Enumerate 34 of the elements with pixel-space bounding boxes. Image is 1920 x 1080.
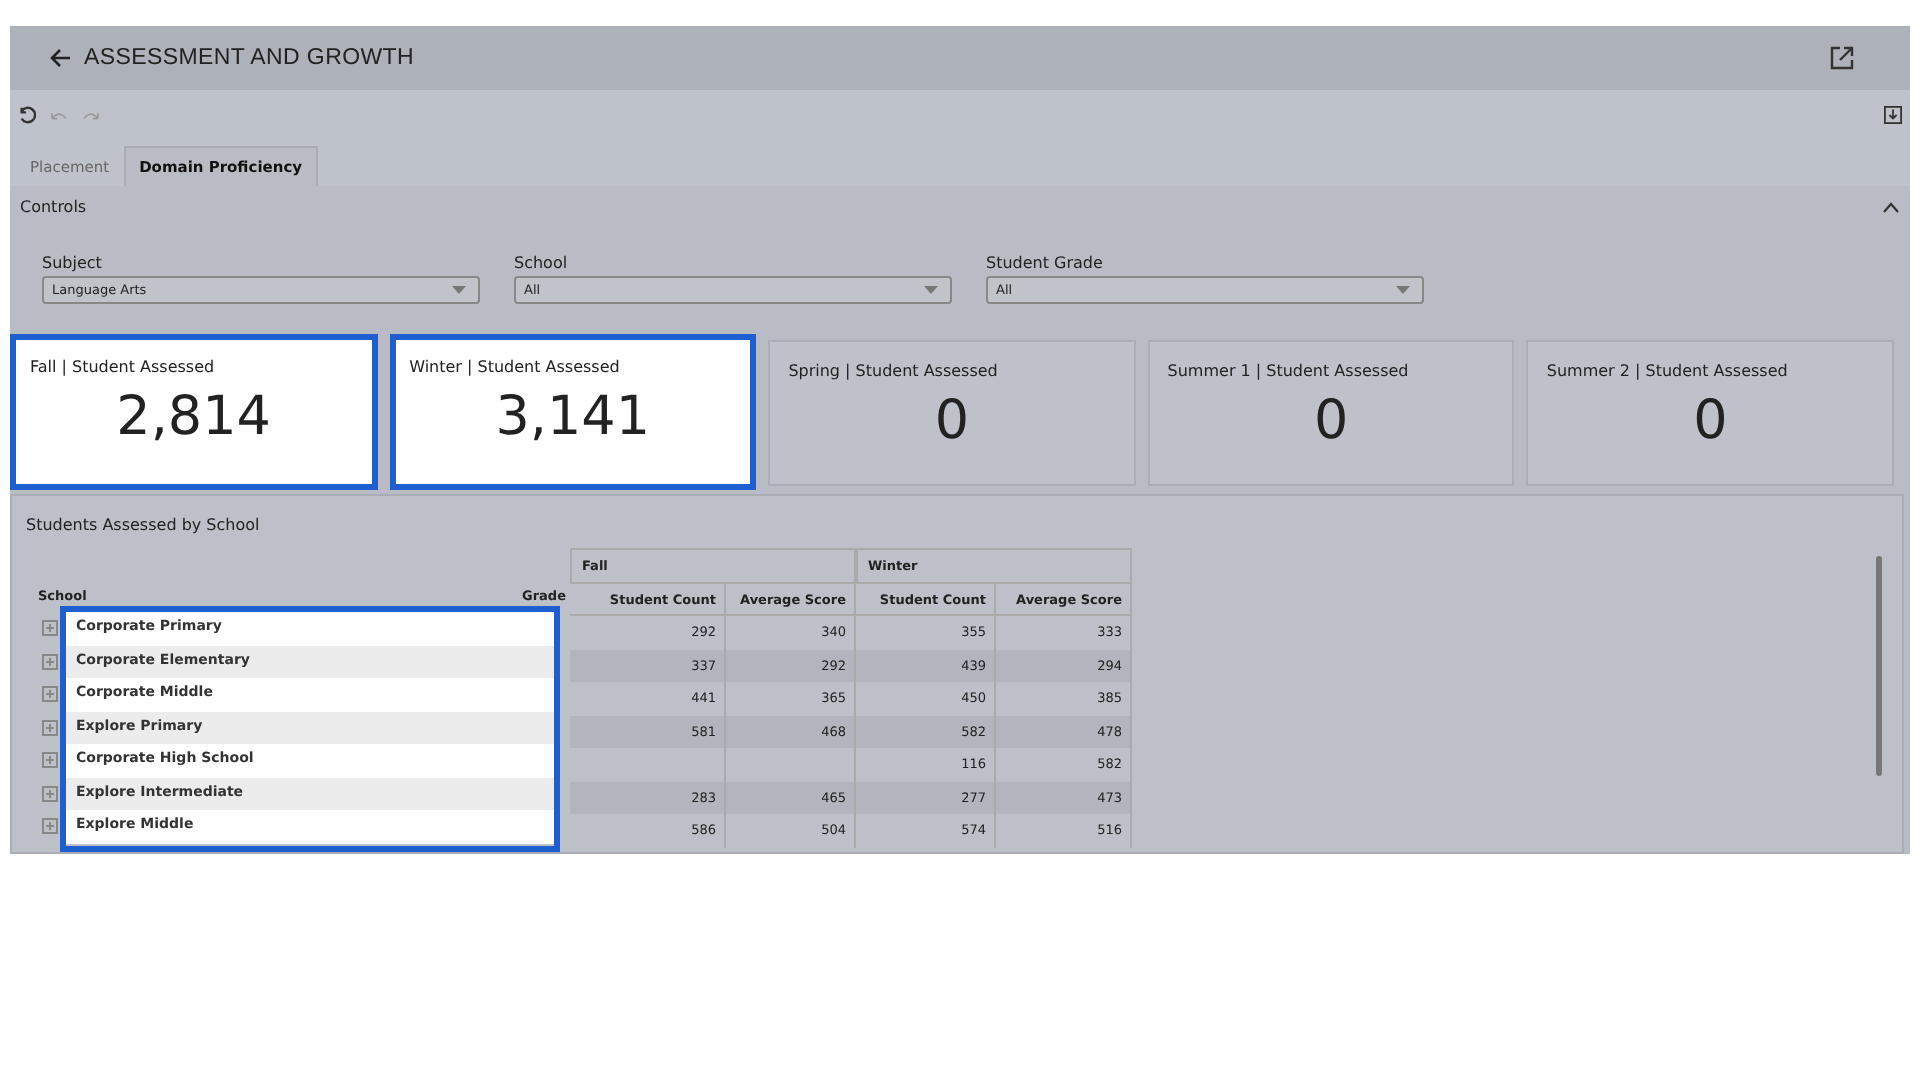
dropdown-caret-icon <box>452 286 466 294</box>
section-title: Controls <box>20 198 87 216</box>
redo-icon[interactable] <box>82 108 100 122</box>
card-title: Summer 1 | Student Assessed <box>1167 362 1411 380</box>
expand-icon[interactable] <box>42 752 58 768</box>
expand-icon[interactable] <box>42 620 58 636</box>
card-title: Spring | Student Assessed <box>788 362 1000 380</box>
expand-icon[interactable] <box>42 719 58 735</box>
dropdown-caret-icon <box>1396 286 1410 294</box>
expand-icon[interactable] <box>42 686 58 702</box>
card-value: 3,141 <box>493 386 653 448</box>
table-title: Students Assessed by School <box>24 514 262 534</box>
undo-icon[interactable] <box>50 108 68 122</box>
download-icon[interactable] <box>1884 106 1902 124</box>
card-value: 0 <box>932 390 972 452</box>
external-link-icon[interactable] <box>1830 46 1854 70</box>
chevron-up-icon[interactable] <box>1882 201 1900 213</box>
card-title: Winter | Student Assessed <box>409 358 622 376</box>
card-value: 2,814 <box>114 386 273 448</box>
card-title: Summer 2 | Student Assessed <box>1546 362 1790 380</box>
expand-icon[interactable] <box>42 785 58 801</box>
filter-label: Subject <box>42 254 104 272</box>
filter-label: Student Grade <box>986 254 1105 272</box>
card-value: 0 <box>1311 390 1351 452</box>
reset-icon[interactable] <box>18 106 36 124</box>
expand-icon[interactable] <box>42 818 58 834</box>
scrollbar-thumb[interactable] <box>1876 556 1882 776</box>
card-value: 0 <box>1691 390 1730 452</box>
card-title: Fall | Student Assessed <box>30 358 217 376</box>
back-arrow-icon[interactable] <box>50 48 72 68</box>
page-title: ASSESSMENT AND GROWTH <box>84 46 415 70</box>
expand-icon[interactable] <box>42 653 58 669</box>
dropdown-caret-icon <box>924 286 938 294</box>
filter-label: School <box>514 254 570 272</box>
